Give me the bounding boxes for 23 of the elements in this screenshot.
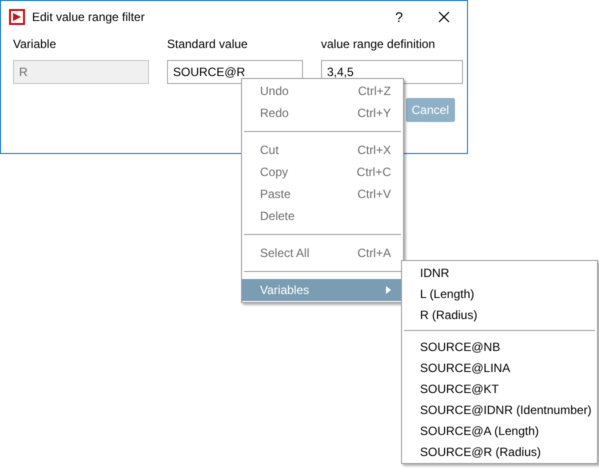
help-button[interactable]: ? [377,2,421,32]
field-label: Variable [13,36,58,53]
menu-item[interactable]: L (Length) [402,283,597,304]
close-icon [438,11,450,23]
menu-item[interactable]: SOURCE@R (Radius) [402,441,597,462]
menu-item[interactable]: SOURCE@IDNR (Identnumber) [402,399,597,420]
app-logo-icon [9,9,25,25]
shortcut-label: Ctrl+Z [358,83,391,100]
shortcut-label: Ctrl+X [357,142,391,159]
field-label: Standard value [167,36,249,53]
shortcut-label: Ctrl+A [357,245,391,262]
menu-item[interactable]: SOURCE@NB [402,336,597,357]
submenu-arrow-icon [386,286,391,294]
menu-item[interactable]: SOURCE@A (Length) [402,420,597,441]
field-label: value range definition [321,36,436,53]
menu-item[interactable]: SOURCE@KT [402,378,597,399]
shortcut-label: Ctrl+C [356,164,391,181]
menu-item[interactable]: IDNR [402,262,597,283]
shortcut-label: Ctrl+Y [357,105,391,122]
menu-item[interactable]: R (Radius) [402,304,597,325]
menu-item[interactable]: SOURCE@LINA [402,357,597,378]
shortcut-label: Ctrl+V [357,186,391,203]
window-title: Edit value range filter [32,9,146,26]
